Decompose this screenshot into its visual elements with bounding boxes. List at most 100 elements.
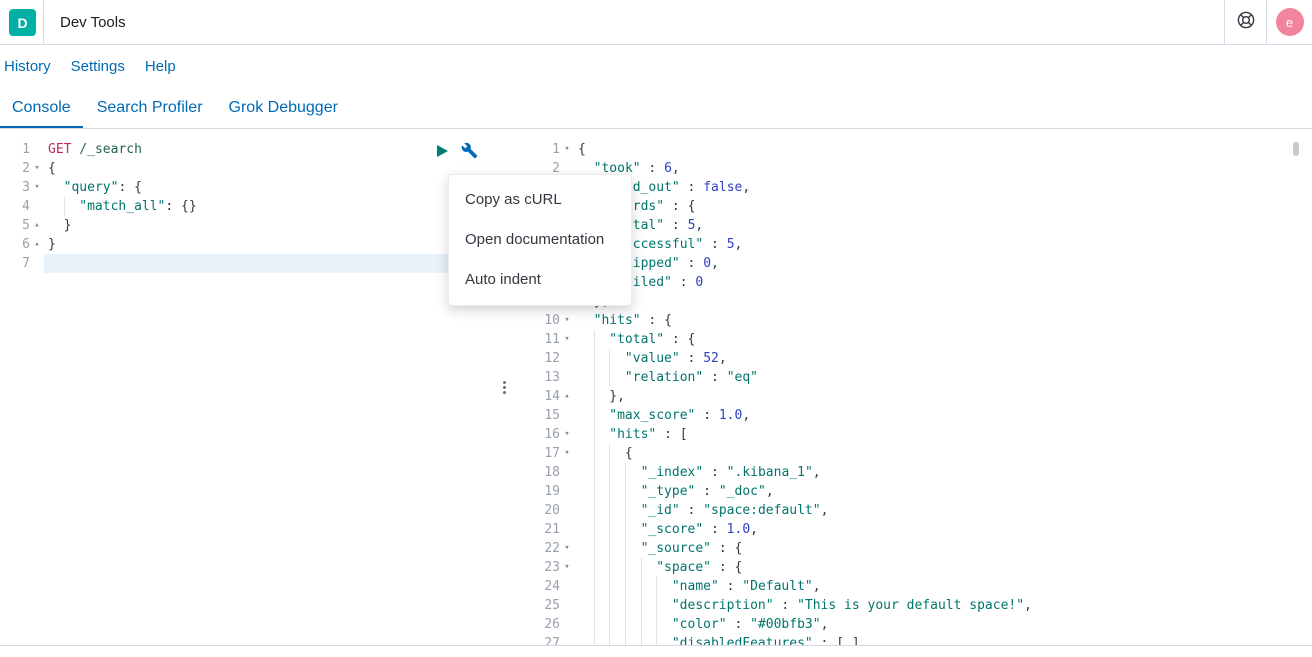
code-line-7[interactable]: 7	[0, 254, 498, 273]
code-line-5[interactable]: 5▴}	[0, 216, 498, 235]
code-content[interactable]: "_index" : ".kibana_1",	[574, 463, 1312, 482]
tools-menu-button[interactable]	[461, 142, 478, 162]
menu-item-copy-as-curl[interactable]: Copy as cURL	[449, 180, 631, 220]
code-content[interactable]: "value" : 52,	[574, 349, 1312, 368]
code-line-11[interactable]: 11▾"total" : {	[510, 330, 1312, 349]
code-content[interactable]	[44, 254, 498, 273]
code-content[interactable]: },	[574, 292, 1312, 311]
code-content[interactable]: }	[44, 235, 498, 254]
code-line-22[interactable]: 22▾"_source" : {	[510, 539, 1312, 558]
code-line-20[interactable]: 20"_id" : "space:default",	[510, 501, 1312, 520]
code-token: "Default"	[742, 579, 812, 594]
code-line-13[interactable]: 13 "relation" : "eq"	[510, 368, 1312, 387]
indent-guide	[578, 311, 594, 330]
line-number: 21	[510, 520, 560, 539]
fold-toggle-icon[interactable]: ▾	[560, 140, 574, 159]
fold-toggle-icon[interactable]: ▾	[560, 425, 574, 444]
code-line-12[interactable]: 12"value" : 52,	[510, 349, 1312, 368]
code-content[interactable]: "_type" : "_doc",	[574, 482, 1312, 501]
line-number: 27	[510, 634, 560, 645]
code-content[interactable]: "match_all": {}	[44, 197, 498, 216]
tab-grok-debugger[interactable]: Grok Debugger	[217, 87, 350, 128]
fold-toggle-icon[interactable]: ▴	[30, 216, 44, 235]
code-content[interactable]: "disabledFeatures" : [ ],	[574, 634, 1312, 645]
code-line-21[interactable]: 21 "_score" : 1.0,	[510, 520, 1312, 539]
response-scrollbar-thumb[interactable]	[1293, 142, 1299, 156]
code-content[interactable]: "_source" : {	[574, 539, 1312, 558]
code-content[interactable]: "name" : "Default",	[574, 577, 1312, 596]
fold-toggle-icon[interactable]: ▾	[30, 178, 44, 197]
code-line-6[interactable]: 6▴}	[0, 235, 498, 254]
code-line-26[interactable]: 26"color" : "#00bfb3",	[510, 615, 1312, 634]
code-content[interactable]: GET /_search	[44, 140, 498, 159]
menu-item-open-documentation[interactable]: Open documentation	[449, 220, 631, 260]
code-line-16[interactable]: 16▾"hits" : [	[510, 425, 1312, 444]
help-button[interactable]	[1224, 0, 1266, 44]
indent-guide	[609, 463, 625, 482]
code-line-25[interactable]: 25"description" : "This is your default …	[510, 596, 1312, 615]
code-content[interactable]: "max_score" : 1.0,	[574, 406, 1312, 425]
code-line-17[interactable]: 17▾{	[510, 444, 1312, 463]
tab-search-profiler[interactable]: Search Profiler	[85, 87, 215, 128]
gutter-cell: 1▾	[510, 140, 574, 159]
code-content[interactable]: "hits" : {	[574, 311, 1312, 330]
code-content[interactable]: {	[44, 159, 498, 178]
code-content[interactable]: {	[574, 140, 1312, 159]
fold-toggle-icon[interactable]: ▾	[560, 311, 574, 330]
link-settings[interactable]: Settings	[71, 58, 125, 75]
code-content[interactable]: "color" : "#00bfb3",	[574, 615, 1312, 634]
kibana-logo[interactable]: D	[9, 9, 36, 36]
fold-toggle-icon[interactable]: ▾	[560, 558, 574, 577]
tab-console[interactable]: Console	[0, 87, 83, 128]
code-content[interactable]: "space" : {	[574, 558, 1312, 577]
code-line-1[interactable]: 1GET /_search	[0, 140, 498, 159]
send-request-button[interactable]	[435, 144, 449, 161]
code-content[interactable]: }	[44, 216, 498, 235]
code-line-10[interactable]: 10▾"hits" : {	[510, 311, 1312, 330]
line-number: 13	[510, 368, 560, 387]
code-line-2[interactable]: 2▾{	[0, 159, 498, 178]
fold-toggle-icon[interactable]: ▴	[30, 235, 44, 254]
code-content[interactable]: "total" : {	[574, 330, 1312, 349]
code-line-18[interactable]: 18"_index" : ".kibana_1",	[510, 463, 1312, 482]
user-menu-button[interactable]: e	[1266, 0, 1312, 44]
code-content[interactable]: "description" : "This is your default sp…	[574, 596, 1312, 615]
fold-spacer	[560, 368, 574, 387]
code-content[interactable]: "relation" : "eq"	[574, 368, 1312, 387]
code-line-24[interactable]: 24"name" : "Default",	[510, 577, 1312, 596]
code-line-4[interactable]: 4"match_all": {}	[0, 197, 498, 216]
code-line-1[interactable]: 1▾{	[510, 140, 1312, 159]
link-history[interactable]: History	[4, 58, 51, 75]
fold-toggle-icon[interactable]: ▴	[560, 387, 574, 406]
fold-toggle-icon[interactable]: ▾	[560, 444, 574, 463]
fold-toggle-icon[interactable]: ▾	[560, 539, 574, 558]
code-line-23[interactable]: 23▾"space" : {	[510, 558, 1312, 577]
code-content[interactable]: {	[574, 444, 1312, 463]
code-content[interactable]: "successful" : 5,	[574, 235, 1312, 254]
code-line-14[interactable]: 14▴},	[510, 387, 1312, 406]
code-token: : [ ],	[813, 636, 868, 645]
fold-toggle-icon[interactable]: ▾	[30, 159, 44, 178]
code-content[interactable]: "_shards" : {	[574, 197, 1312, 216]
code-content[interactable]: "total" : 5,	[574, 216, 1312, 235]
code-content[interactable]: "_score" : 1.0,	[574, 520, 1312, 539]
code-line-27[interactable]: 27 "disabledFeatures" : [ ],	[510, 634, 1312, 645]
indent-guide	[609, 539, 625, 558]
request-editor[interactable]: 1GET /_search2▾{3▾"query": {4"match_all"…	[0, 130, 498, 645]
link-help[interactable]: Help	[145, 58, 176, 75]
code-content[interactable]: "_id" : "space:default",	[574, 501, 1312, 520]
code-token: :	[703, 465, 726, 480]
code-content[interactable]: "query": {	[44, 178, 498, 197]
code-content[interactable]: "failed" : 0	[574, 273, 1312, 292]
code-content[interactable]: "hits" : [	[574, 425, 1312, 444]
menu-item-auto-indent[interactable]: Auto indent	[449, 260, 631, 300]
code-line-19[interactable]: 19"_type" : "_doc",	[510, 482, 1312, 501]
code-content[interactable]: "skipped" : 0,	[574, 254, 1312, 273]
fold-spacer	[560, 577, 574, 596]
code-content[interactable]: "timed_out" : false,	[574, 178, 1312, 197]
code-content[interactable]: },	[574, 387, 1312, 406]
code-line-3[interactable]: 3▾"query": {	[0, 178, 498, 197]
code-content[interactable]: "took" : 6,	[574, 159, 1312, 178]
code-line-15[interactable]: 15"max_score" : 1.0,	[510, 406, 1312, 425]
fold-toggle-icon[interactable]: ▾	[560, 330, 574, 349]
